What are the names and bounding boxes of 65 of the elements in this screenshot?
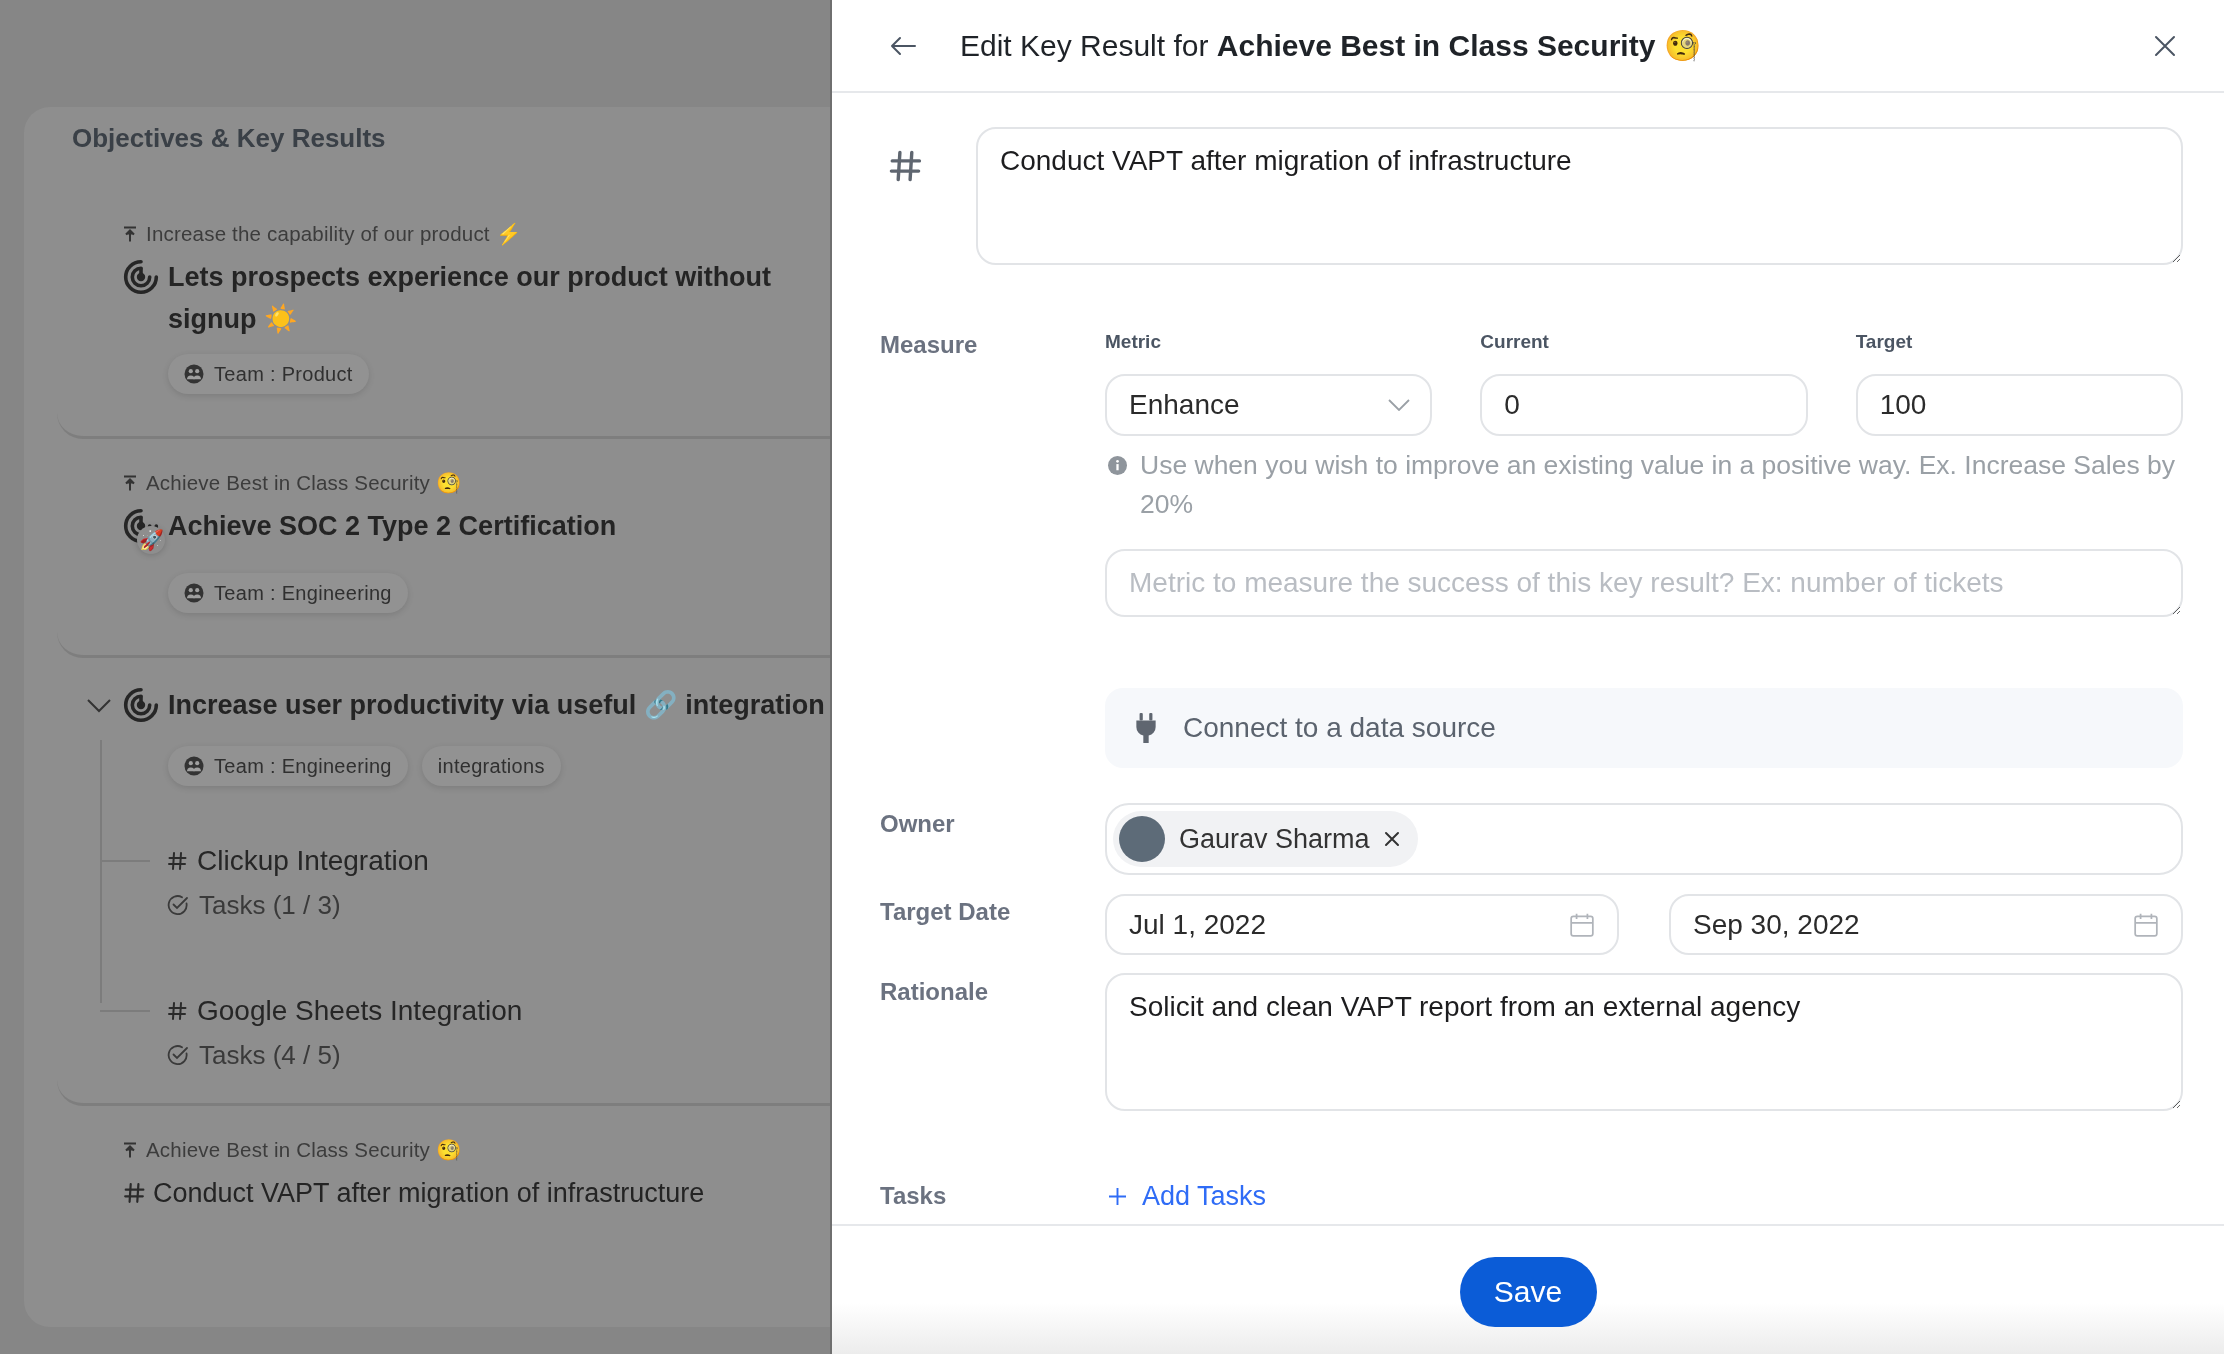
- drawer-title: Edit Key Result for Achieve Best in Class Security 🧐: [960, 28, 1702, 63]
- measure-label: Measure: [880, 330, 979, 360]
- key-result-title: Clickup Integration: [197, 845, 429, 877]
- rationale-field[interactable]: Solicit and clean VAPT report from an external agency: [1105, 973, 2183, 1111]
- rationale-label: Rationale: [880, 977, 990, 1007]
- start-date-field[interactable]: Jul 1, 2022: [1105, 894, 1619, 955]
- end-date-field[interactable]: Sep 30, 2022: [1669, 894, 2183, 955]
- objective-title: Increase user productivity via useful 🔗 integration: [168, 689, 825, 722]
- rocket-emoji-label: 🚀: [137, 526, 165, 554]
- owner-label: Owner: [880, 809, 956, 839]
- back-button[interactable]: [890, 35, 916, 56]
- back-arrow-icon: [890, 35, 916, 56]
- label-tag: integrations: [421, 746, 561, 786]
- plus-icon: [1109, 1187, 1126, 1205]
- arrow-up-to-line-icon: [123, 226, 137, 242]
- current-label: Current: [1480, 330, 1550, 354]
- group-icon: [184, 756, 204, 776]
- objective-title: Lets prospects experience our product without signup ☀: [168, 261, 773, 336]
- page-title: Objectives & Key Results: [72, 122, 387, 155]
- arrow-up-to-line-icon: [123, 475, 137, 491]
- target-icon: [123, 259, 159, 295]
- hash-icon: [167, 851, 187, 871]
- target-value-field[interactable]: 100: [1855, 374, 2183, 436]
- save-button[interactable]: Save: [1459, 1257, 1597, 1327]
- info-icon: [1108, 456, 1127, 475]
- metric-hint-text: Use when you wish to improve an existing value in a positive way. Ex. Increase Sales by 20%: [1140, 449, 2176, 521]
- team-tag: Team : Product: [168, 354, 369, 394]
- plug-icon: [1135, 713, 1157, 743]
- metric-description-field[interactable]: Metric to measure the success of this key result? Ex: number of tickets: [1105, 549, 2183, 617]
- key-result-title: Google Sheets Integration: [197, 995, 523, 1027]
- close-button[interactable]: [2154, 34, 2176, 57]
- tasks-label: Tasks: [880, 1181, 948, 1211]
- key-result-title: Conduct VAPT after migration of infrastructure: [153, 1177, 705, 1210]
- objective-title: Achieve SOC 2 Type 2 Certification: [168, 510, 617, 543]
- team-tag: Team : Engineering: [168, 573, 408, 613]
- hash-icon: [888, 149, 922, 183]
- close-icon: [2154, 34, 2176, 57]
- group-icon: [184, 364, 204, 384]
- connect-data-source-button[interactable]: Connect to a data source: [1105, 688, 2183, 768]
- hash-icon: [167, 1001, 187, 1021]
- owner-chip[interactable]: Gaurav Sharma: [1113, 811, 1418, 867]
- add-tasks-link[interactable]: Add Tasks: [1105, 1181, 1267, 1211]
- remove-icon[interactable]: [1383, 831, 1400, 847]
- tasks-count: Tasks (1 / 3): [199, 889, 341, 921]
- hash-icon: [123, 1182, 145, 1204]
- target-icon: [123, 687, 159, 723]
- chevron-down-icon: [1388, 399, 1411, 411]
- key-result-name-field[interactable]: Conduct VAPT after migration of infrastructure: [976, 127, 2183, 265]
- metric-select[interactable]: Enhance: [1105, 374, 1433, 436]
- parent-objective-label: Increase the capability of our product ⚡: [146, 222, 522, 246]
- target-label: Target: [1855, 330, 1914, 354]
- owner-field[interactable]: Gaurav Sharma: [1105, 803, 2183, 875]
- parent-objective-label: Achieve Best in Class Security 🧐: [146, 471, 463, 495]
- target-date-label: Target Date: [880, 897, 1012, 927]
- metric-label: Metric: [1105, 330, 1162, 354]
- check-circle-icon: [167, 894, 189, 916]
- check-circle-icon: [167, 1044, 189, 1066]
- group-icon: [184, 583, 204, 603]
- chevron-down-icon[interactable]: [86, 697, 112, 713]
- team-tag: Team : Engineering: [168, 746, 408, 786]
- parent-objective-label: Achieve Best in Class Security 🧐: [146, 1138, 463, 1162]
- avatar: [1119, 816, 1165, 862]
- current-value-field[interactable]: 0: [1480, 374, 1808, 436]
- tasks-count: Tasks (4 / 5): [199, 1039, 341, 1071]
- arrow-up-to-line-icon: [123, 1142, 137, 1158]
